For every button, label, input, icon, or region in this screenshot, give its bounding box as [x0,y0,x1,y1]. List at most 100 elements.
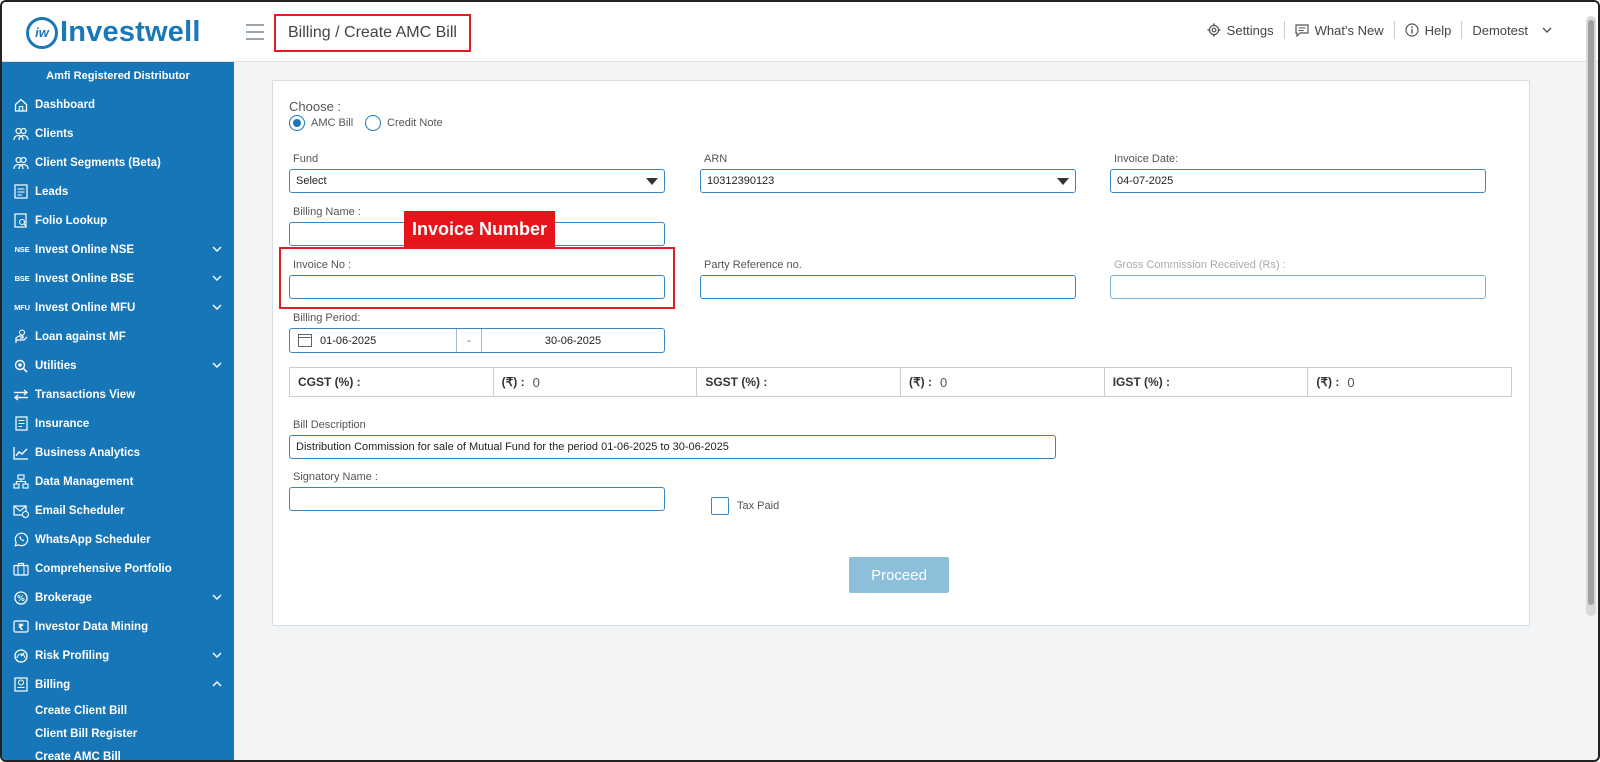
settings-label: Settings [1226,22,1274,38]
sgst-percent-cell[interactable]: SGST (%) : [697,368,902,396]
fund-select[interactable]: Select [289,169,665,193]
caret-down-icon [646,178,658,185]
sidebar-item-investor-data-mining[interactable]: ₹ Investor Data Mining [2,612,234,641]
radio-amc-bill[interactable]: AMC Bill [289,115,353,131]
tax-paid-label: Tax Paid [737,500,780,512]
sidebar-item-label: WhatsApp Scheduler [35,533,151,546]
tax-paid-checkbox[interactable]: Tax Paid [711,497,779,515]
sgst-amount-value: 0 [939,374,948,390]
home-icon [12,97,30,113]
invoice-date-value: 04-07-2025 [1117,175,1174,187]
chevron-down-icon [212,592,222,603]
whats-new-link[interactable]: What's New [1285,21,1395,39]
sidebar: Amfi Registered Distributor Dashboard Cl… [2,62,234,761]
sidebar-item-utilities[interactable]: Utilities [2,351,234,380]
sidebar-subitem-create-client-bill[interactable]: Create Client Bill [2,699,234,722]
sidebar-item-folio-lookup[interactable]: Folio Lookup [2,206,234,235]
cgst-percent-cell[interactable]: CGST (%) : [290,368,494,396]
radio-checked-icon [289,115,305,131]
signatory-name-input[interactable] [289,487,665,511]
help-link[interactable]: Help [1395,21,1463,39]
invoice-date-label: Invoice Date: [1114,153,1179,165]
sidebar-item-whatsapp-scheduler[interactable]: WhatsApp Scheduler [2,525,234,554]
sgst-label: SGST (%) : [705,375,768,389]
invoice-no-input[interactable] [289,275,665,299]
sidebar-item-label: Dashboard [35,98,96,111]
svg-text:₹: ₹ [18,623,24,633]
sidebar-item-comprehensive-portfolio[interactable]: Comprehensive Portfolio [2,554,234,583]
sidebar-item-invest-online-nse[interactable]: NSE Invest Online NSE [2,235,234,264]
sidebar-item-loan-against-mf[interactable]: Loan against MF [2,322,234,351]
bse-icon: BSE [14,274,30,283]
sidebar-item-label: Leads [35,185,69,198]
sidebar-subitem-create-amc-bill[interactable]: Create AMC Bill [2,745,234,761]
sidebar-item-label: Invest Online NSE [35,243,135,256]
bill-description-input[interactable]: Distribution Commission for sale of Mutu… [289,435,1056,459]
sidebar-item-brokerage[interactable]: % Brokerage [2,583,234,612]
igst-amount-cell[interactable]: (₹) : 0 [1308,368,1511,396]
hamburger-menu-icon[interactable] [246,24,264,40]
sidebar-item-email-scheduler[interactable]: Email Scheduler [2,496,234,525]
radio-credit-note-label: Credit Note [387,117,443,129]
period-separator: - [456,329,482,352]
info-icon [1405,23,1419,37]
sidebar-item-dashboard[interactable]: Dashboard [2,90,234,119]
arn-select[interactable]: 10312390123 [700,169,1076,193]
invoice-date-input[interactable]: 04-07-2025 [1110,169,1486,193]
billing-period-label: Billing Period: [293,312,361,324]
igst-percent-cell[interactable]: IGST (%) : [1105,368,1309,396]
billing-period-range[interactable]: 01-06-2025 - 30-06-2025 [289,328,665,353]
sidebar-nav: Dashboard Clients Client Segments (Beta)… [2,90,234,761]
radio-credit-note[interactable]: Credit Note [365,115,443,131]
period-from[interactable]: 01-06-2025 [320,335,456,347]
sidebar-item-transactions-view[interactable]: Transactions View [2,380,234,409]
sidebar-item-label: Investor Data Mining [35,620,149,633]
analytics-icon [12,445,30,461]
breadcrumb: Billing / Create AMC Bill [274,14,471,52]
sidebar-item-label: Comprehensive Portfolio [35,562,172,575]
sidebar-item-risk-profiling[interactable]: Risk Profiling [2,641,234,670]
sidebar-item-client-segments[interactable]: Client Segments (Beta) [2,148,234,177]
sidebar-item-data-management[interactable]: Data Management [2,467,234,496]
gross-commission-input[interactable] [1110,275,1486,299]
chevron-down-icon [212,650,222,661]
sidebar-item-invest-online-bse[interactable]: BSE Invest Online BSE [2,264,234,293]
cgst-amount-cell[interactable]: (₹) : 0 [494,368,698,396]
rupee-icon: ₹ [12,619,30,635]
users-icon [12,155,30,171]
cgst-amount-label: (₹) : [501,375,525,389]
vertical-scrollbar[interactable] [1586,16,1596,616]
radio-unchecked-icon [365,115,381,131]
sidebar-item-leads[interactable]: Leads [2,177,234,206]
billing-name-label: Billing Name : [293,206,361,218]
app-frame: iw Investwell Billing / Create AMC Bill … [0,0,1600,762]
sidebar-item-clients[interactable]: Clients [2,119,234,148]
sidebar-subitem-client-bill-register[interactable]: Client Bill Register [2,722,234,745]
igst-amount-value: 0 [1347,374,1355,390]
sidebar-item-label: Client Segments (Beta) [35,156,161,169]
sidebar-item-insurance[interactable]: Insurance [2,409,234,438]
user-name: Demotest [1472,22,1528,38]
igst-label: IGST (%) : [1112,375,1171,389]
proceed-button[interactable]: Proceed [849,557,949,593]
caret-down-icon [1057,178,1069,185]
invoice-no-label: Invoice No : [293,259,352,271]
chevron-down-icon [212,360,222,371]
sidebar-item-label: Utilities [35,359,77,372]
sidebar-item-billing[interactable]: Billing [2,670,234,699]
chevron-down-icon [1542,25,1552,36]
settings-link[interactable]: Settings [1197,21,1285,39]
period-to[interactable]: 30-06-2025 [482,335,664,347]
users-icon [12,126,30,142]
investwell-logo[interactable]: iw Investwell [26,16,201,49]
user-menu[interactable]: Demotest [1462,21,1562,39]
sidebar-item-label: Email Scheduler [35,504,125,517]
radio-amc-bill-label: AMC Bill [311,117,354,129]
cgst-amount-value: 0 [532,374,540,390]
sidebar-item-invest-online-mfu[interactable]: MFU Invest Online MFU [2,293,234,322]
sgst-amount-cell[interactable]: (₹) : 0 [901,368,1105,396]
sidebar-item-business-analytics[interactable]: Business Analytics [2,438,234,467]
party-reference-input[interactable] [700,275,1076,299]
sidebar-item-label: Clients [35,127,74,140]
portfolio-icon [12,561,30,577]
